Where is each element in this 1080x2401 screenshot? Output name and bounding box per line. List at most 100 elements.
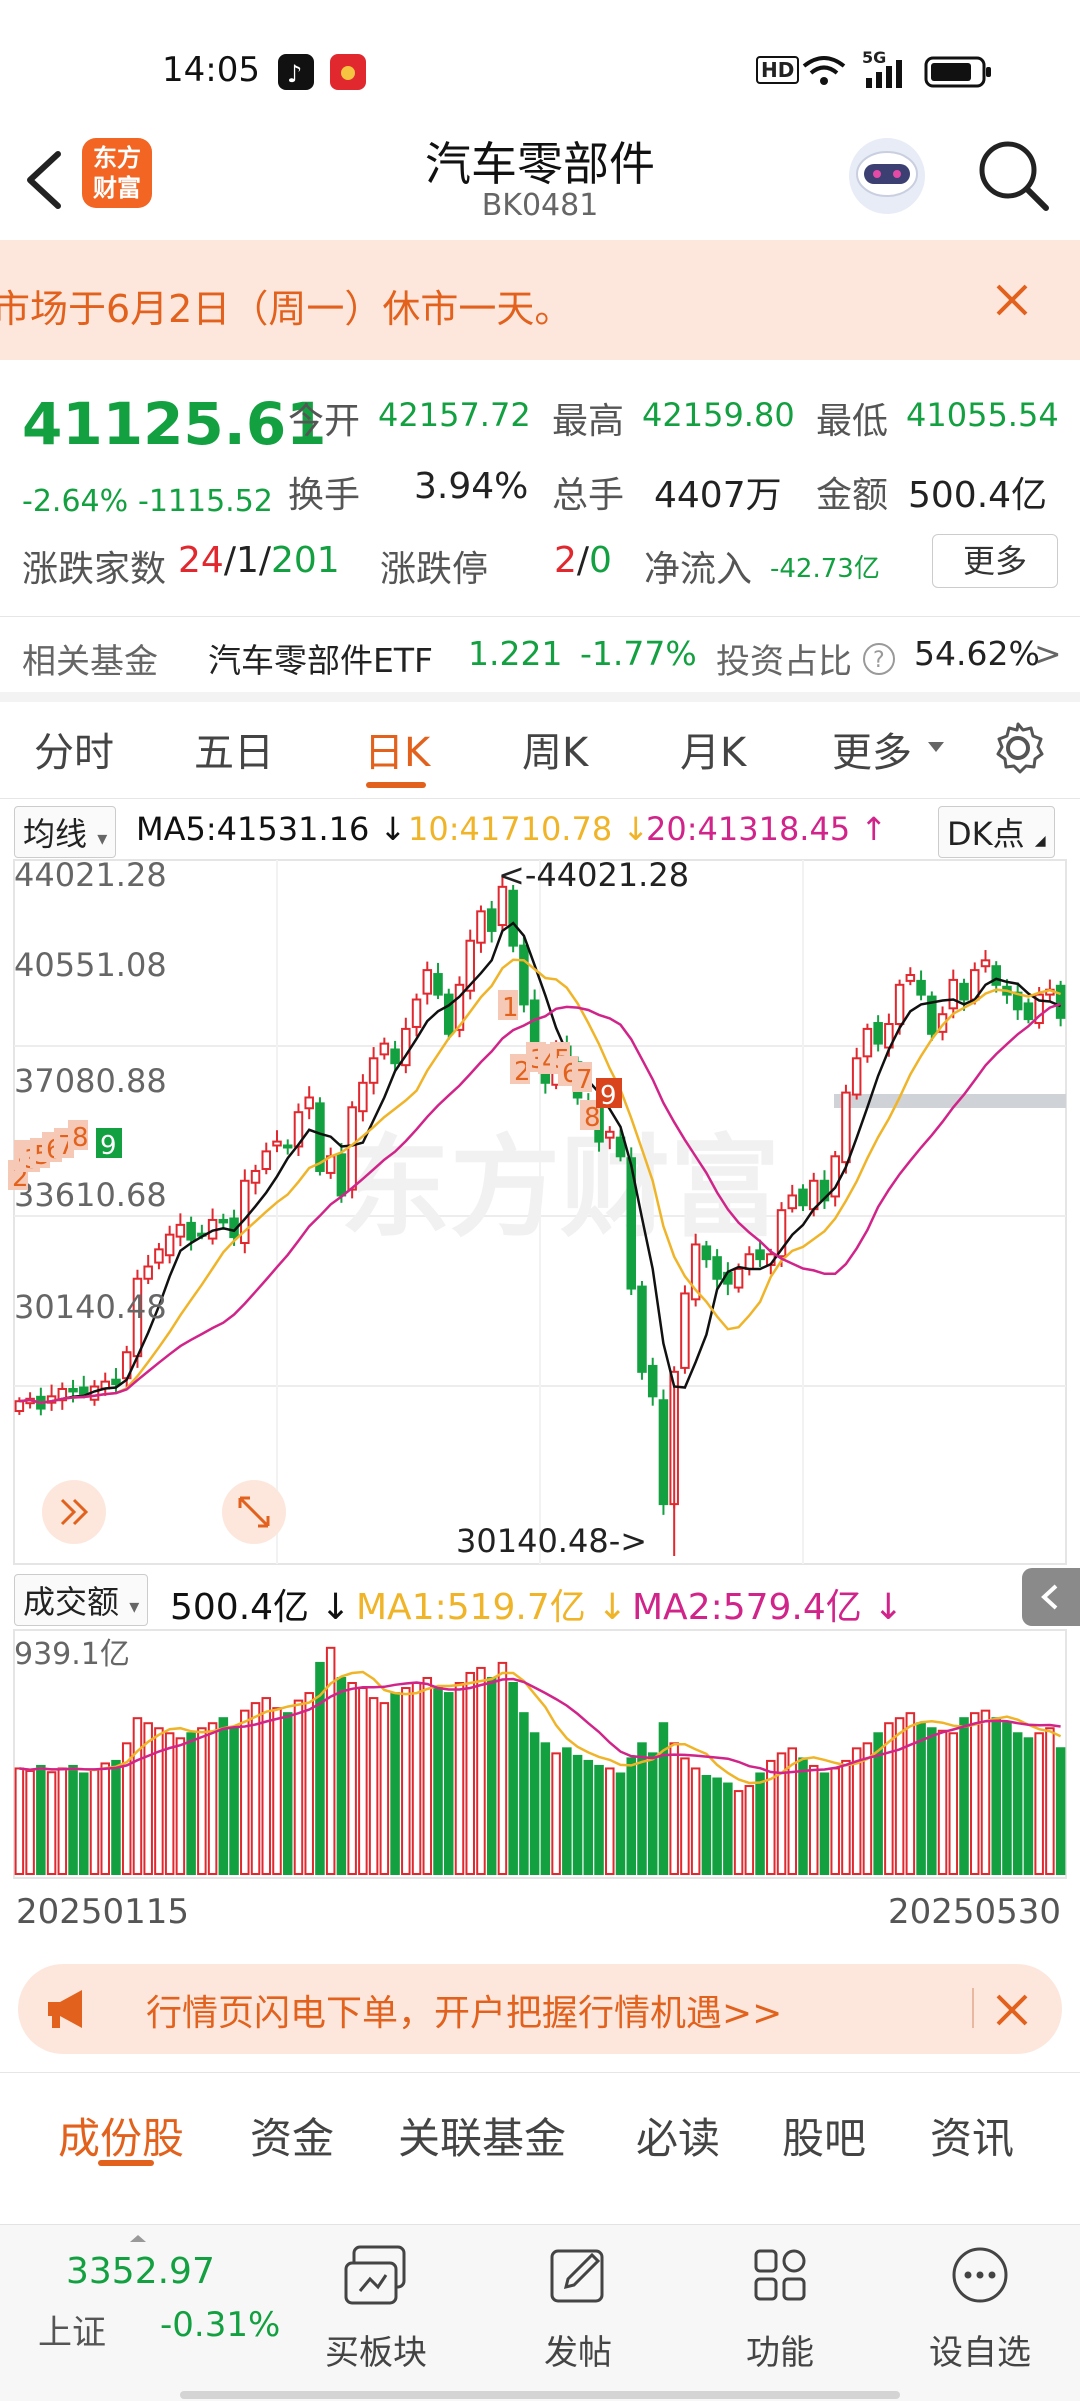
candle (830, 1150, 840, 1207)
candle (680, 1285, 690, 1374)
candle (282, 1139, 293, 1155)
nav-buy-sector-label: 买板块 (325, 2333, 427, 2373)
candle (240, 1169, 250, 1254)
tab-intraday[interactable]: 分时 (34, 720, 114, 778)
nav-add-watchlist[interactable]: 设自选 (910, 2225, 1050, 2401)
tab-more[interactable]: 更多 (832, 720, 912, 778)
gear-icon[interactable] (990, 720, 1046, 776)
index-ticker[interactable]: 3352.97 上证 -0.31% (24, 2225, 280, 2401)
volume-bar (497, 1661, 508, 1876)
volume-selector-label: 成交额 (23, 1583, 120, 1621)
high-label: 最高 (552, 401, 625, 442)
help-icon[interactable]: ? (862, 642, 896, 676)
candle (819, 1170, 830, 1209)
nav-post-label: 发帖 (544, 2333, 612, 2373)
adv-count: 24 (178, 540, 224, 581)
candle (787, 1184, 798, 1213)
volume-bar (197, 1727, 207, 1875)
candle (100, 1372, 111, 1396)
bottom-nav: 3352.97 上证 -0.31% 买板块 发帖 功能 设自选 (0, 2224, 1080, 2401)
ma10-text: 10:41710.78 (408, 810, 613, 848)
fullscreen-button[interactable] (222, 1480, 286, 1544)
divider (972, 1988, 974, 2028)
advdec-label: 涨跌家数 (22, 549, 167, 590)
nav-functions[interactable]: 功能 (710, 2225, 850, 2401)
volume-bar (358, 1687, 368, 1875)
volume-bar (830, 1767, 840, 1875)
nav-post[interactable]: 发帖 (508, 2225, 648, 2401)
volume-bar (293, 1699, 304, 1876)
dk-point-selector[interactable]: DK点 ◢ (938, 806, 1055, 858)
amount-value: 500.4亿 (908, 475, 1048, 516)
candle (46, 1384, 57, 1411)
subtab-must-read[interactable]: 必读 (636, 2105, 720, 2166)
tab-five-day[interactable]: 五日 (194, 720, 274, 778)
volume-bar (36, 1764, 46, 1875)
period-tabs: 分时 五日 日K 周K 月K 更多 (0, 702, 1080, 798)
candle (401, 1017, 411, 1074)
volume-bar (390, 1692, 400, 1875)
promo-banner[interactable]: 行情页闪电下单，开户把握行情机遇>> (18, 1964, 1062, 2054)
tab-weekly-k[interactable]: 周K (522, 720, 588, 778)
tab-monthly-k[interactable]: 月K (680, 720, 746, 778)
volume-bar (991, 1717, 1001, 1875)
divider (0, 798, 1080, 799)
fund-pct: -1.77% (580, 634, 697, 673)
expand-left-button[interactable] (42, 1480, 106, 1544)
signal-marker: 1 (502, 993, 519, 1023)
candle (508, 884, 518, 953)
candle (304, 1086, 314, 1120)
volume-bar (186, 1732, 196, 1875)
volume-bar (905, 1712, 916, 1875)
related-fund-row[interactable]: 相关基金 汽车零部件ETF 1.221 -1.77% 投资占比 ? 54.62%… (0, 620, 1080, 692)
volume-bar (175, 1737, 186, 1875)
subtab-funds-flow[interactable]: 资金 (250, 2105, 334, 2166)
header: 东方财富 汽车零部件 BK0481 (0, 118, 1080, 240)
subtab-related-funds[interactable]: 关联基金 (398, 2105, 566, 2166)
volume-bar (701, 1774, 712, 1875)
candle (250, 1164, 261, 1195)
volume-label: 总手 (552, 475, 625, 516)
limit-values: 2/0 (554, 540, 612, 581)
divider (0, 616, 1080, 617)
open-value: 42157.72 (378, 396, 531, 434)
tab-daily-k[interactable]: 日K (364, 720, 430, 778)
volume-ma2-line (19, 1677, 1061, 1775)
volume-bar (143, 1722, 153, 1876)
more-button[interactable]: 更多 (932, 534, 1058, 588)
candlestick-chart[interactable]: 东方财富44021.2840551.0837080.8833610.683014… (0, 856, 1080, 1568)
notice-banner[interactable]: 市场于6月2日（周一）休市一天。 (0, 240, 1080, 360)
turnover-value: 3.94% (414, 466, 529, 507)
search-icon[interactable] (976, 138, 1052, 214)
volume-bar (1012, 1732, 1023, 1875)
volume-bar (111, 1759, 121, 1875)
nav-buy-sector[interactable]: 买板块 (306, 2225, 446, 2401)
close-icon[interactable] (992, 1990, 1032, 2030)
ma-selector[interactable]: 均线 ▾ (14, 806, 117, 858)
volume-chart[interactable]: 939.1亿 (0, 1628, 1080, 1880)
ma-selector-label: 均线 (23, 815, 88, 853)
subtab-constituents[interactable]: 成份股 (58, 2105, 184, 2166)
volume-selector[interactable]: 成交额 ▾ (14, 1574, 149, 1626)
grid-icon (754, 2249, 806, 2301)
wifi-icon (802, 56, 846, 85)
volume-bar (1055, 1747, 1066, 1875)
volume-bar (841, 1759, 851, 1875)
volume-bar (894, 1717, 905, 1875)
subtab-forum[interactable]: 股吧 (782, 2105, 866, 2166)
candle (486, 900, 497, 943)
volume-bar (723, 1782, 733, 1875)
ma10-value: 10:41710.78 ↓ (408, 810, 650, 848)
end-date: 20250530 (888, 1892, 1062, 1932)
collapse-panel-button[interactable] (1022, 1568, 1080, 1626)
volume-bar (433, 1687, 443, 1875)
candle (647, 1357, 658, 1406)
ratio-label: 投资占比 (716, 642, 852, 682)
candle (347, 1101, 357, 1199)
subtab-news[interactable]: 资讯 (930, 2105, 1014, 2166)
low-value: 41055.54 (906, 396, 1059, 434)
robot-assistant-icon[interactable] (842, 130, 932, 220)
volume-bar (851, 1747, 862, 1875)
close-icon[interactable] (994, 282, 1030, 318)
candle (154, 1243, 164, 1270)
